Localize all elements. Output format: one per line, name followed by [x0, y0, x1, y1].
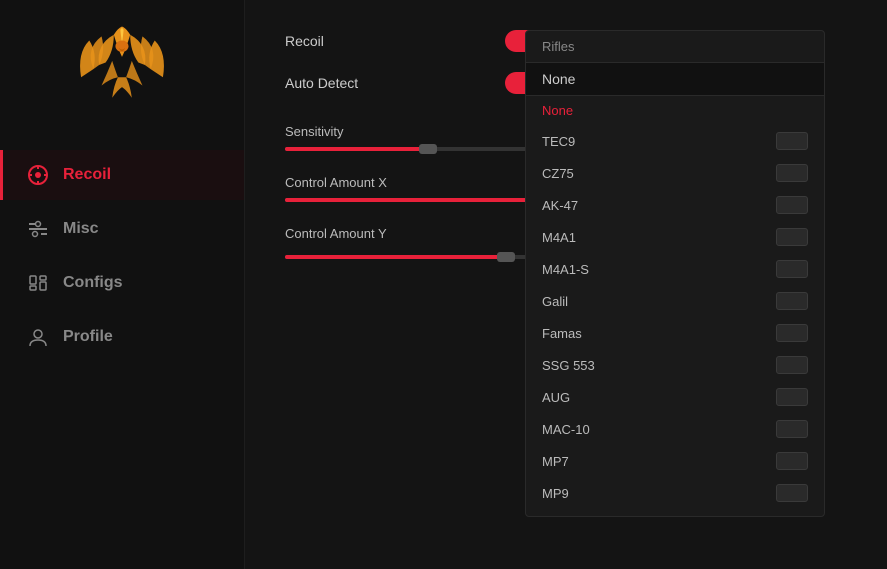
dropdown-item[interactable]: None: [526, 96, 824, 125]
recoil-toggle-row: Recoil: [285, 30, 545, 52]
dropdown-item[interactable]: MAC-10: [526, 413, 824, 445]
item-badge: [776, 260, 808, 278]
phoenix-logo: [72, 20, 172, 110]
dropdown-item[interactable]: Famas: [526, 317, 824, 349]
dropdown-item[interactable]: AK-47: [526, 189, 824, 221]
sidebar-item-misc-label: Misc: [63, 220, 99, 238]
dropdown-item[interactable]: MP5: [526, 509, 824, 516]
weapon-dropdown[interactable]: Rifles None NoneTEC9CZ75AK-47M4A1M4A1-SG…: [525, 30, 825, 517]
control-y-fill: [285, 255, 506, 259]
sidebar-item-misc[interactable]: Misc: [0, 204, 244, 254]
dropdown-category: Rifles: [526, 31, 824, 63]
main-content: Recoil Auto Detect Sensitivity Control A…: [245, 0, 887, 569]
item-badge: [776, 164, 808, 182]
sidebar-item-profile-label: Profile: [63, 328, 113, 346]
sidebar-item-recoil[interactable]: Recoil: [0, 150, 244, 200]
item-badge: [776, 228, 808, 246]
item-badge: [776, 356, 808, 374]
dropdown-item[interactable]: AUG: [526, 381, 824, 413]
item-badge: [776, 484, 808, 502]
control-x-track[interactable]: [285, 198, 545, 202]
control-y-thumb[interactable]: [497, 252, 515, 262]
sidebar-item-recoil-label: Recoil: [63, 166, 111, 184]
sensitivity-track[interactable]: [285, 147, 545, 151]
dropdown-item[interactable]: Galil: [526, 285, 824, 317]
item-badge: [776, 132, 808, 150]
control-y-track[interactable]: [285, 255, 545, 259]
sidebar: Recoil Misc: [0, 0, 245, 569]
misc-icon: [27, 218, 49, 240]
auto-detect-toggle-row: Auto Detect: [285, 72, 545, 94]
sensitivity-thumb[interactable]: [419, 144, 437, 154]
configs-icon: [27, 272, 49, 294]
auto-detect-label: Auto Detect: [285, 75, 358, 91]
item-badge: [776, 420, 808, 438]
dropdown-item[interactable]: TEC9: [526, 125, 824, 157]
profile-icon: [27, 326, 49, 348]
sensitivity-fill: [285, 147, 428, 151]
logo-area: [72, 20, 172, 110]
item-badge: [776, 196, 808, 214]
dropdown-item[interactable]: MP7: [526, 445, 824, 477]
recoil-icon: [27, 164, 49, 186]
sidebar-item-configs[interactable]: Configs: [0, 258, 244, 308]
nav-items: Recoil Misc: [0, 150, 244, 362]
dropdown-selected[interactable]: None: [526, 63, 824, 96]
item-badge: [776, 452, 808, 470]
item-badge: [776, 292, 808, 310]
dropdown-item[interactable]: SSG 553: [526, 349, 824, 381]
dropdown-item[interactable]: CZ75: [526, 157, 824, 189]
recoil-label: Recoil: [285, 33, 324, 49]
item-badge: [776, 324, 808, 342]
sidebar-item-profile[interactable]: Profile: [0, 312, 244, 362]
dropdown-item[interactable]: M4A1-S: [526, 253, 824, 285]
item-badge: [776, 388, 808, 406]
dropdown-list[interactable]: NoneTEC9CZ75AK-47M4A1M4A1-SGalilFamasSSG…: [526, 96, 824, 516]
sidebar-item-configs-label: Configs: [63, 274, 123, 292]
dropdown-item[interactable]: MP9: [526, 477, 824, 509]
dropdown-item[interactable]: M4A1: [526, 221, 824, 253]
control-x-fill: [285, 198, 545, 202]
